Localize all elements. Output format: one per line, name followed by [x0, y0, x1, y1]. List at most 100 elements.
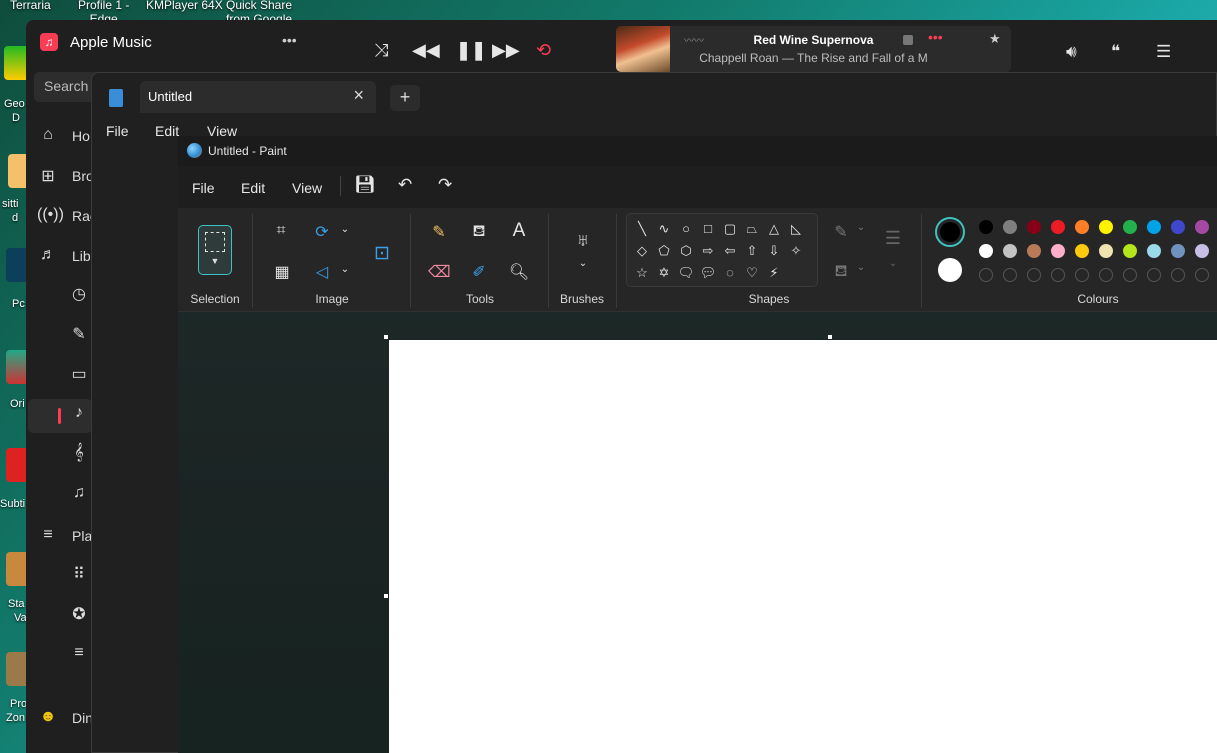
- nav-playlists[interactable]: Pla: [72, 528, 92, 544]
- custom-colour-slot[interactable]: [979, 268, 993, 282]
- hexagon-shape-icon[interactable]: ⬡: [677, 243, 695, 259]
- left-arrow-shape-icon[interactable]: ⇦: [721, 243, 739, 259]
- custom-colour-slot[interactable]: [1147, 268, 1161, 282]
- rounded-rectangle-shape-icon[interactable]: ▢: [721, 221, 739, 237]
- pentagon-shape-icon[interactable]: ⬠: [655, 243, 673, 259]
- favourite-songs-icon[interactable]: ✪: [68, 604, 90, 624]
- shape-fill-icon[interactable]: ⛾: [830, 262, 852, 282]
- account-name[interactable]: Din: [72, 710, 93, 726]
- custom-colour-slot[interactable]: [1195, 268, 1209, 282]
- colour-swatch[interactable]: [1147, 244, 1161, 258]
- chevron-down-icon[interactable]: ⌄: [882, 258, 904, 269]
- six-point-star-shape-icon[interactable]: ✡: [655, 265, 673, 281]
- custom-colour-slot[interactable]: [1051, 268, 1065, 282]
- colour-2-selector[interactable]: [938, 258, 962, 282]
- heart-shape-icon[interactable]: ♡: [743, 265, 761, 281]
- down-arrow-shape-icon[interactable]: ⇩: [765, 243, 783, 259]
- canvas-resize-handle[interactable]: [828, 335, 832, 339]
- right-triangle-shape-icon[interactable]: ◺: [787, 221, 805, 237]
- color-picker-icon[interactable]: ✐: [468, 262, 490, 282]
- oval-callout-shape-icon[interactable]: 💬︎: [699, 265, 717, 281]
- line-shape-icon[interactable]: ╲: [633, 221, 651, 237]
- redo-icon[interactable]: ↷: [438, 175, 452, 195]
- save-icon[interactable]: 💾︎: [354, 175, 376, 195]
- account-avatar-icon[interactable]: ☻: [37, 708, 59, 726]
- lightning-shape-icon[interactable]: ⚡︎: [765, 265, 783, 281]
- nav-library[interactable]: Lib: [72, 248, 91, 264]
- library-icon[interactable]: ♬: [37, 246, 59, 264]
- custom-colour-slot[interactable]: [1171, 268, 1185, 282]
- pause-icon[interactable]: ❚❚: [456, 40, 486, 61]
- next-icon[interactable]: ▶▶: [492, 40, 520, 61]
- colour-swatch[interactable]: [1123, 244, 1137, 258]
- colour-swatch[interactable]: [1003, 220, 1017, 234]
- nav-home[interactable]: Ho: [72, 128, 90, 144]
- colour-1-selector[interactable]: [935, 217, 965, 247]
- custom-colour-slot[interactable]: [1099, 268, 1113, 282]
- composers-icon[interactable]: 𝄞: [68, 444, 90, 462]
- radio-icon[interactable]: ((•)): [37, 206, 64, 224]
- browse-icon[interactable]: ⊞: [37, 166, 59, 186]
- canvas-resize-handle[interactable]: [384, 335, 388, 339]
- albums-icon[interactable]: ▭: [68, 364, 90, 384]
- paint-menu-edit[interactable]: Edit: [241, 180, 265, 196]
- all-playlists-icon[interactable]: ⠿: [68, 564, 90, 584]
- colour-swatch[interactable]: [1027, 220, 1041, 234]
- colour-swatch[interactable]: [1195, 220, 1209, 234]
- chevron-down-icon[interactable]: ⌄: [850, 222, 872, 233]
- repeat-icon[interactable]: ⟲: [536, 40, 551, 61]
- crop-icon[interactable]: ⌗: [270, 222, 292, 240]
- custom-colour-slot[interactable]: [1123, 268, 1137, 282]
- selection-tool-button[interactable]: ▼: [198, 225, 232, 275]
- now-playing[interactable]: 〰〰 Red Wine Supernova ••• ★ Chappell Roa…: [616, 26, 1011, 72]
- up-arrow-shape-icon[interactable]: ⇧: [743, 243, 761, 259]
- chevron-down-icon[interactable]: ⌄: [572, 258, 594, 269]
- colour-swatch[interactable]: [1027, 244, 1041, 258]
- colour-swatch[interactable]: [1099, 244, 1113, 258]
- colour-swatch[interactable]: [1195, 244, 1209, 258]
- fill-icon[interactable]: ⛾: [468, 222, 490, 242]
- eraser-icon[interactable]: ⌫: [428, 262, 451, 282]
- colour-swatch[interactable]: [1171, 244, 1185, 258]
- curve-shape-icon[interactable]: ∿: [655, 221, 673, 237]
- notepad-tab[interactable]: Untitled ×: [140, 81, 376, 113]
- polygon-shape-icon[interactable]: ⏢: [743, 221, 761, 237]
- lyrics-icon[interactable]: ❝: [1111, 42, 1120, 62]
- resize-icon[interactable]: ▦: [271, 262, 293, 282]
- recently-added-icon[interactable]: ◷: [68, 284, 90, 304]
- brush-icon[interactable]: ♅: [572, 230, 594, 251]
- previous-icon[interactable]: ◀◀: [412, 40, 440, 61]
- colour-swatch[interactable]: [1075, 244, 1089, 258]
- close-tab-icon[interactable]: ×: [353, 85, 364, 106]
- colour-swatch[interactable]: [1171, 220, 1185, 234]
- volume-icon[interactable]: 🔊︎: [1066, 42, 1077, 62]
- oval-shape-icon[interactable]: ○: [677, 221, 695, 236]
- colour-swatch[interactable]: [979, 220, 993, 234]
- five-point-star-shape-icon[interactable]: ☆: [633, 265, 651, 281]
- colour-swatch[interactable]: [1003, 244, 1017, 258]
- playlist-icon[interactable]: ≡: [68, 644, 90, 662]
- colour-swatch[interactable]: [1123, 220, 1137, 234]
- songs-icon[interactable]: ♪: [68, 404, 90, 422]
- pencil-icon[interactable]: ✎: [428, 222, 450, 242]
- undo-icon[interactable]: ↶: [398, 175, 412, 195]
- ellipsis-icon[interactable]: •••: [282, 32, 297, 48]
- desktop-icon-label-terraria[interactable]: Terraria: [10, 0, 51, 12]
- rectangular-callout-shape-icon[interactable]: 🗨︎: [677, 265, 695, 281]
- outline-icon[interactable]: ✎: [830, 222, 852, 242]
- queue-icon[interactable]: ☰: [1156, 42, 1171, 62]
- new-tab-button[interactable]: +: [390, 85, 420, 111]
- colour-swatch[interactable]: [1051, 220, 1065, 234]
- home-icon[interactable]: ⌂: [37, 126, 59, 144]
- triangle-shape-icon[interactable]: △: [765, 221, 783, 237]
- paint-menu-view[interactable]: View: [292, 180, 322, 196]
- colour-swatch[interactable]: [1147, 220, 1161, 234]
- notepad-menu-edit[interactable]: Edit: [155, 123, 179, 139]
- line-size-icon[interactable]: ☰: [882, 228, 904, 249]
- chevron-down-icon[interactable]: ⌄: [850, 262, 872, 273]
- shuffle-icon[interactable]: ⤨: [374, 40, 388, 61]
- colour-swatch[interactable]: [979, 244, 993, 258]
- chevron-down-icon[interactable]: ⌄: [334, 264, 356, 275]
- chevron-down-icon[interactable]: ⌄: [334, 224, 356, 235]
- artists-icon[interactable]: ✎: [68, 324, 90, 344]
